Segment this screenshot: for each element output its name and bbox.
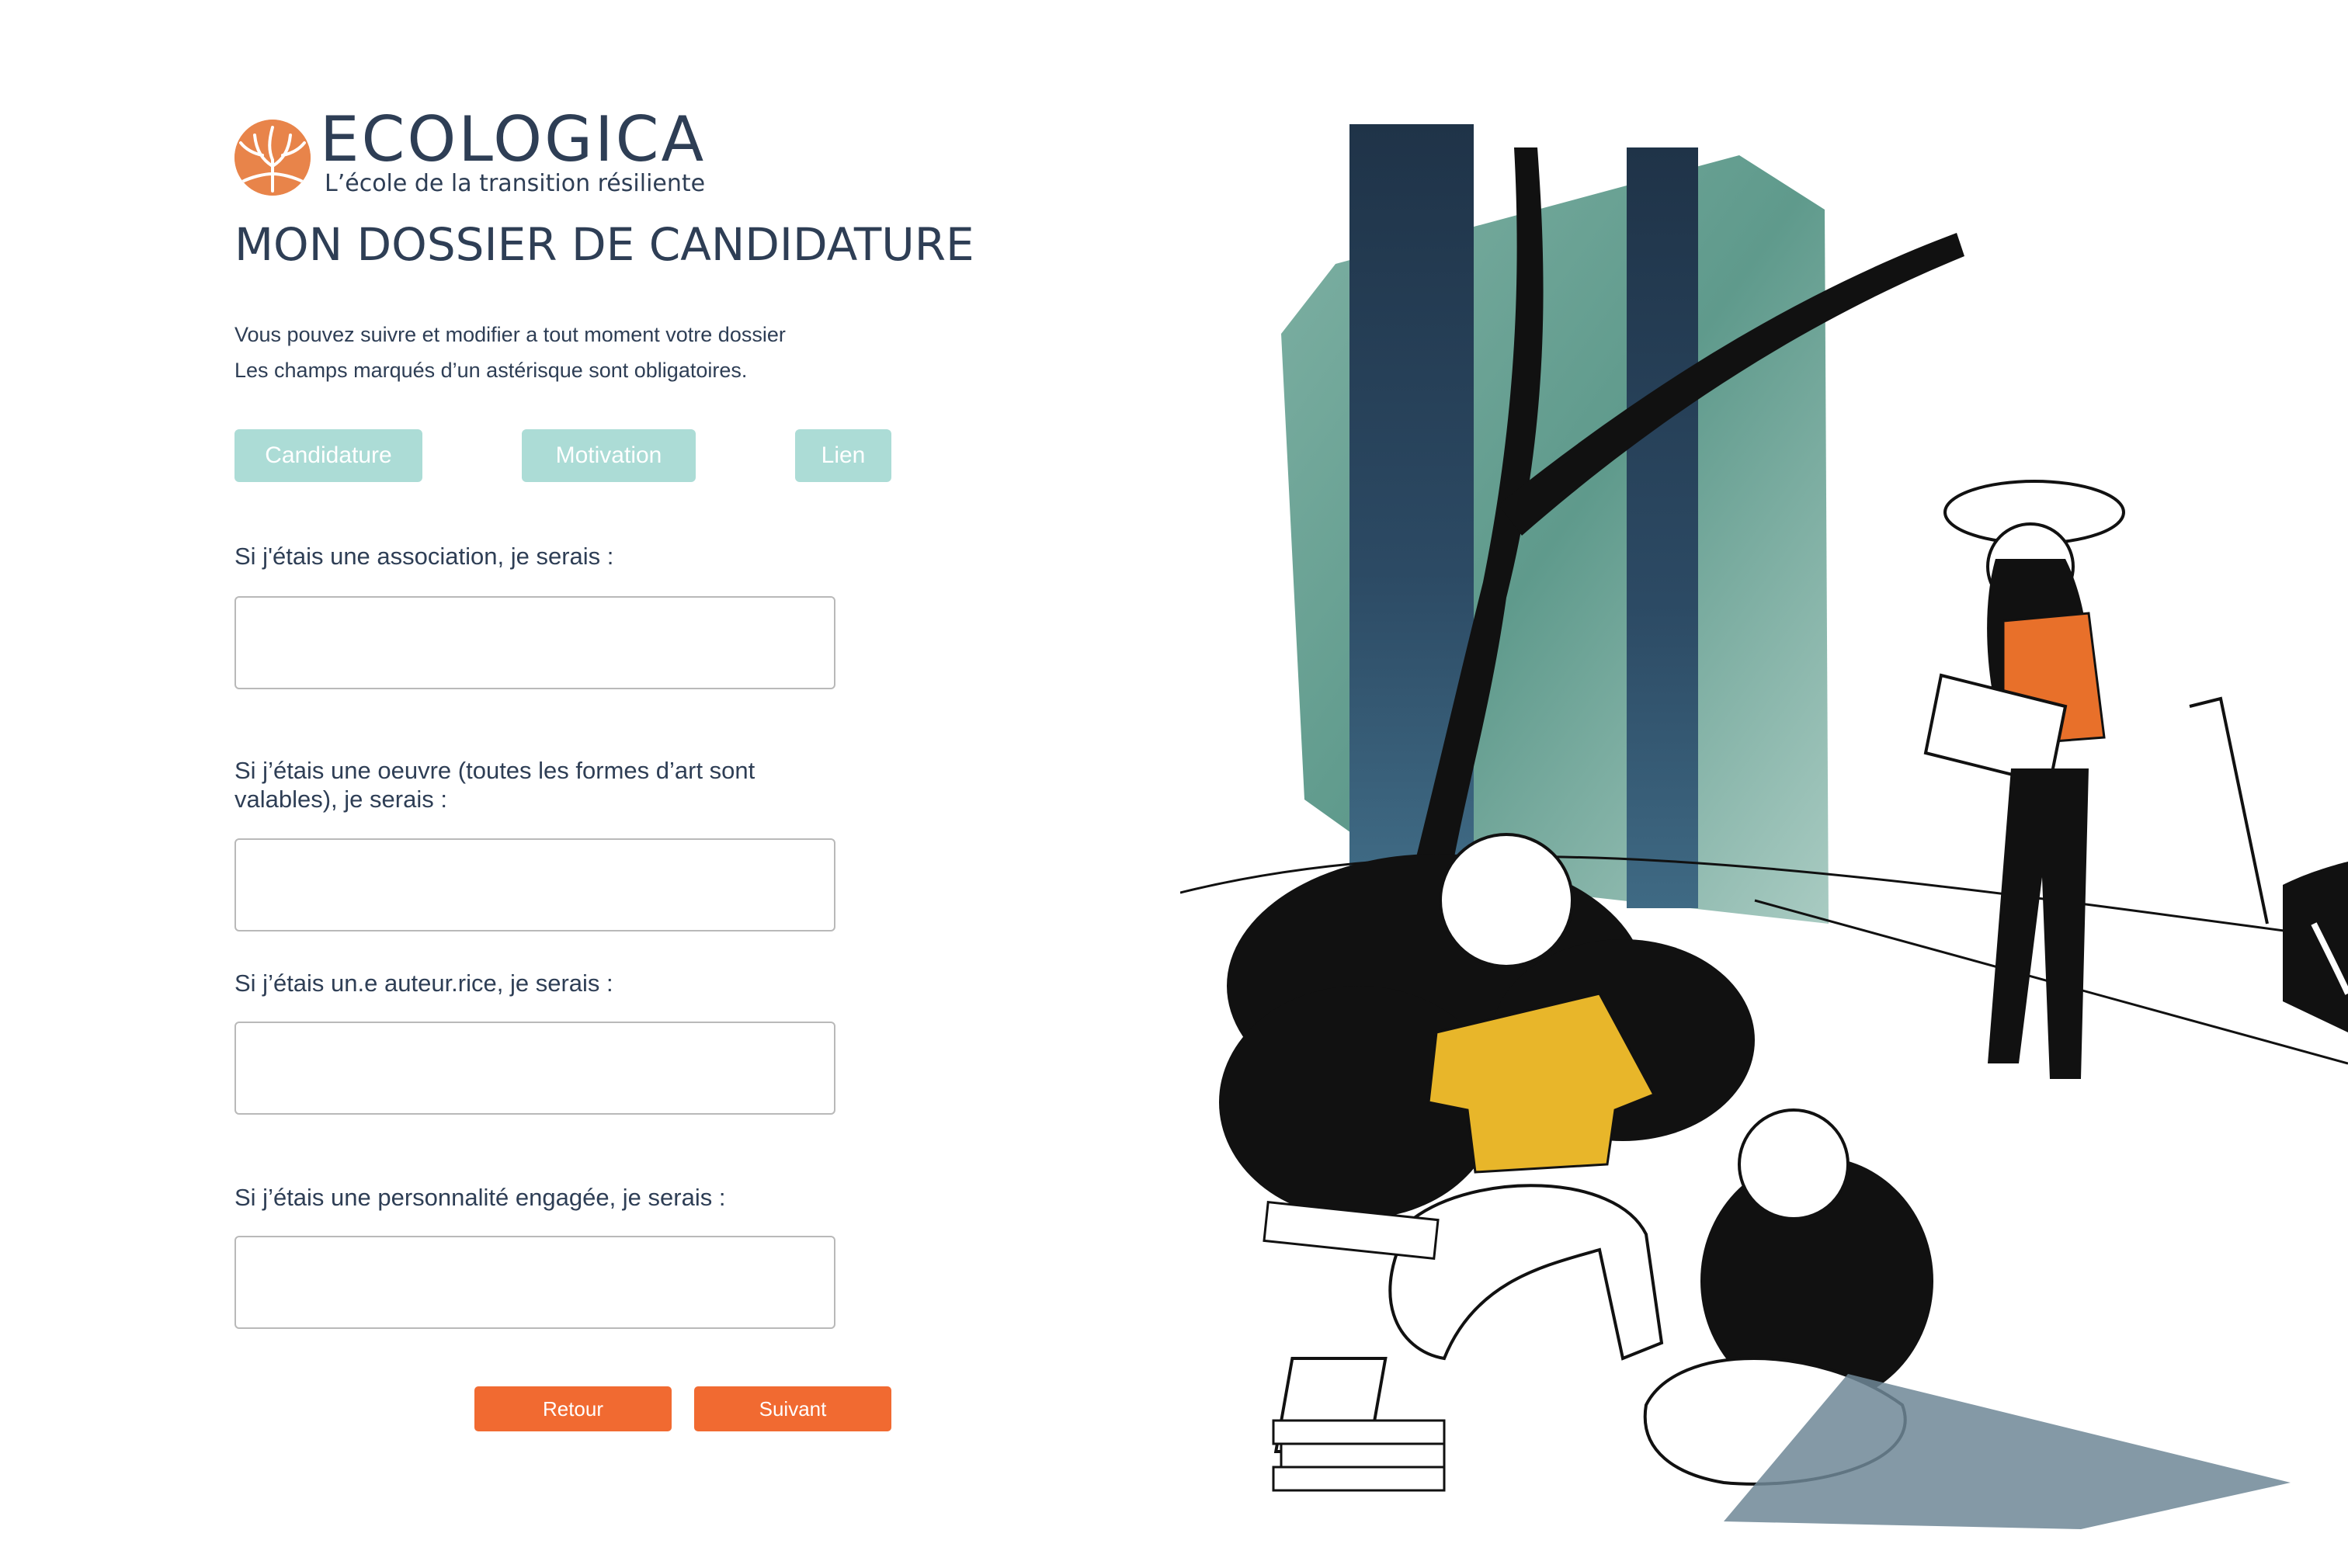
tab-lien[interactable]: Lien — [795, 429, 891, 482]
tab-candidature[interactable]: Candidature — [234, 429, 422, 482]
field-label-personnalite: Si j’étais une personnalité engagée, je … — [234, 1184, 726, 1211]
brand-tagline: L’école de la transition résiliente — [325, 170, 706, 197]
intro-line-2: Les champs marqués d’un astérisque sont … — [234, 359, 748, 382]
students-under-tree-illustration — [1179, 101, 2348, 1545]
intro-line-1: Vous pouvez suivre et modifier a tout mo… — [234, 323, 786, 346]
field-label-association: Si j'étais une association, je serais : — [234, 543, 614, 570]
oeuvre-input[interactable] — [234, 838, 835, 931]
logo-icon — [234, 120, 311, 196]
association-input[interactable] — [234, 596, 835, 689]
field-label-oeuvre: Si j’étais une oeuvre (toutes les formes… — [234, 757, 755, 813]
page-title: MON DOSSIER DE CANDIDATURE — [234, 218, 974, 271]
field-label-auteur: Si j’étais un.e auteur.rice, je serais : — [234, 970, 613, 997]
next-button[interactable]: Suivant — [694, 1386, 891, 1431]
personnalite-input[interactable] — [234, 1236, 835, 1329]
back-button[interactable]: Retour — [474, 1386, 672, 1431]
tab-motivation[interactable]: Motivation — [522, 429, 696, 482]
auteur-input[interactable] — [234, 1022, 835, 1115]
brand-name: ECOLOGICA — [320, 103, 707, 175]
